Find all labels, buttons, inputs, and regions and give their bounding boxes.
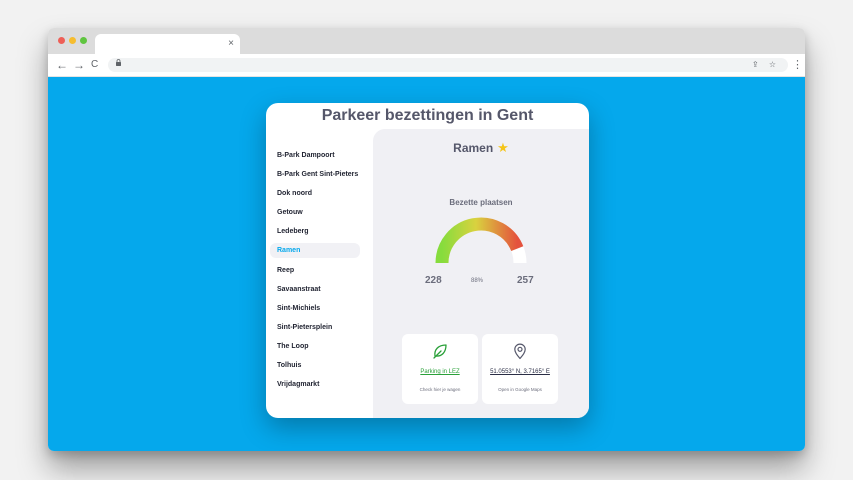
tab-bar: × [48,28,805,54]
minimize-window-button[interactable] [69,37,76,44]
lez-subtext: Check hier je wagen [419,387,461,392]
maps-card: 51.0553° N, 3.7165° E Open in Google Map… [482,334,558,404]
browser-toolbar: ← → C ⇪ ☆ ⋮ [48,54,805,77]
sidebar-item-vrijdagmarkt[interactable]: Vrijdagmarkt [270,377,360,392]
parking-name: Ramen [453,141,494,155]
sidebar-item-getouw[interactable]: Getouw [270,205,360,220]
browser-window: × ← → C ⇪ ☆ ⋮ Parkeer bezettingen in Gen… [48,28,805,451]
parking-card: Parkeer bezettingen in Gent B-Park Dampo… [266,103,589,418]
maximize-window-button[interactable] [80,37,87,44]
maps-subtext: Open in Google Maps [498,387,542,392]
sidebar-item-sint-pietersplein[interactable]: Sint-Pietersplein [270,320,360,335]
gauge-fill [435,217,524,264]
lez-link[interactable]: Parking in LEZ [402,369,478,375]
occupancy-label: Bezette plaatsen [449,198,513,207]
sidebar-item-ledeberg[interactable]: Ledeberg [270,224,360,239]
occupied-count: 228 [425,275,442,286]
map-pin-icon [482,342,558,360]
occupancy-gauge [435,217,527,264]
sidebar-item-b-park-dampoort[interactable]: B-Park Dampoort [270,148,360,163]
forward-icon[interactable]: → [73,57,85,73]
lock-icon [116,59,121,68]
sidebar-item-b-park-gent-sint-pieters[interactable]: B-Park Gent Sint-Pieters [270,167,360,182]
share-bookmark-icons[interactable]: ⇪ ☆ [752,58,780,72]
browser-tab[interactable]: × [95,34,240,54]
sidebar: B-Park Dampoort B-Park Gent Sint-Pieters D… [270,148,360,396]
sidebar-item-reep[interactable]: Reep [270,263,360,278]
coordinates-link[interactable]: 51.0553° N, 3.7165° E [482,369,558,375]
sidebar-item-tolhuis[interactable]: Tolhuis [270,358,360,373]
address-bar[interactable]: ⇪ ☆ [108,58,788,72]
detail-panel: Ramen ★ Bezette plaatsen 228 88% 257 Par… [373,129,589,418]
star-icon[interactable]: ★ [497,140,509,155]
parking-title: Ramen ★ [373,140,589,156]
back-icon[interactable]: ← [56,57,68,73]
tab-close-icon[interactable]: × [228,37,234,51]
sidebar-item-the-loop[interactable]: The Loop [270,339,360,354]
leaf-icon [402,342,478,360]
sidebar-item-dok-noord[interactable]: Dok noord [270,186,360,201]
sidebar-item-savaanstraat[interactable]: Savaanstraat [270,282,360,297]
lez-card: Parking in LEZ Check hier je wagen [402,334,478,404]
page-viewport: Parkeer bezettingen in Gent B-Park Dampo… [48,77,805,451]
sidebar-item-ramen[interactable]: Ramen [270,243,360,259]
reload-icon[interactable]: C [91,57,98,73]
sidebar-item-sint-michiels[interactable]: Sint-Michiels [270,301,360,316]
page-title: Parkeer bezettingen in Gent [321,107,534,124]
occupancy-percent: 88% [471,278,484,284]
browser-menu-icon[interactable]: ⋮ [792,58,803,72]
capacity-count: 257 [517,275,534,286]
close-window-button[interactable] [58,37,65,44]
